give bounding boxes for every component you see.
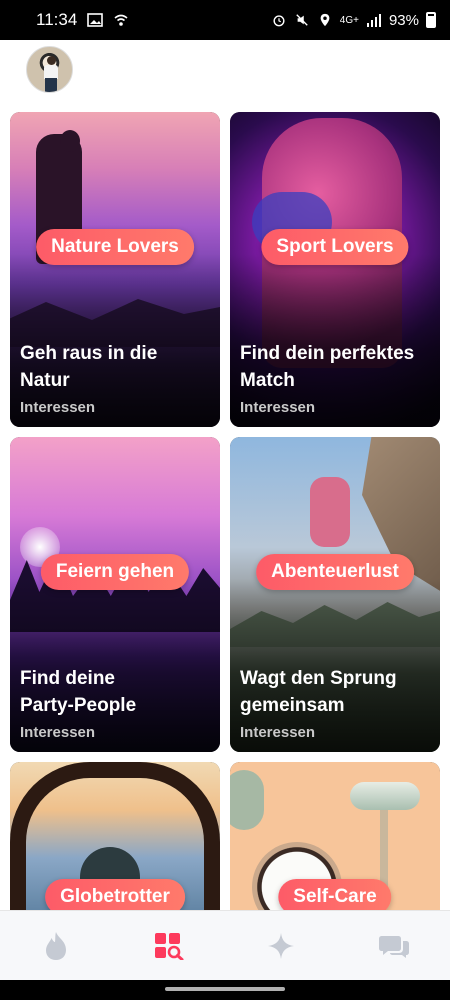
- wifi-calling-icon: [114, 14, 128, 26]
- card-abenteuerlust[interactable]: Abenteuerlust Wagt den Sprung gemeinsam …: [230, 437, 440, 752]
- card-badge: Abenteuerlust: [256, 554, 414, 590]
- profile-avatar[interactable]: [26, 46, 73, 93]
- nav-spotlight[interactable]: [251, 921, 311, 971]
- status-bar: 11:34 4G+ 93%: [0, 0, 450, 40]
- battery-icon: [426, 12, 436, 28]
- location-icon: [320, 13, 330, 27]
- chat-icon: [378, 935, 409, 958]
- header: [0, 40, 450, 110]
- home-indicator: [0, 980, 450, 1000]
- card-title-line: Geh raus in die: [20, 343, 158, 364]
- card-title: Find dein perfektes Match: [240, 340, 430, 394]
- alarm-icon: [273, 15, 285, 27]
- jade-roller: [350, 782, 420, 810]
- status-time: 11:34: [36, 10, 78, 29]
- card-subtitle: Interessen: [240, 399, 316, 416]
- card-sport-lovers[interactable]: Sport Lovers Find dein perfektes Match I…: [230, 112, 440, 427]
- sparkle-icon: [268, 932, 295, 959]
- battery-percent: 93%: [388, 11, 419, 29]
- avatar-legs: [45, 78, 57, 92]
- signal-icon: [366, 14, 381, 27]
- nav-home[interactable]: [26, 921, 86, 971]
- card-title: Geh raus in die Natur: [20, 340, 210, 394]
- card-title-line: Party-People: [20, 695, 137, 716]
- card-badge: Sport Lovers: [261, 229, 409, 265]
- card-title: Wagt den Sprung gemeinsam: [240, 665, 430, 719]
- card-title-line: Match: [240, 370, 295, 391]
- gallery-icon: [87, 13, 104, 27]
- home-bar[interactable]: [165, 987, 285, 991]
- card-subtitle: Interessen: [240, 724, 316, 741]
- card-nature-lovers[interactable]: Nature Lovers Geh raus in die Natur Inte…: [10, 112, 220, 427]
- network-type: 4G+: [339, 14, 359, 26]
- bottom-nav: [0, 910, 450, 980]
- avatar-head: [47, 56, 56, 65]
- card-subtitle: Interessen: [20, 724, 96, 741]
- card-badge: Feiern gehen: [40, 554, 190, 590]
- card-subtitle: Interessen: [20, 399, 96, 416]
- nav-messages[interactable]: [364, 921, 424, 971]
- card-badge: Nature Lovers: [36, 229, 194, 265]
- card-globetrotter[interactable]: Globetrotter: [10, 762, 220, 922]
- card-title-line: gemeinsam: [240, 695, 345, 716]
- mute-icon: [296, 14, 308, 26]
- explore-icon: [154, 932, 184, 960]
- avatar-body: [44, 65, 58, 79]
- card-title: Find deine Party-People: [20, 665, 210, 719]
- flame-icon: [46, 931, 67, 960]
- nav-explore[interactable]: [139, 921, 199, 971]
- card-feiern-gehen[interactable]: Feiern gehen Find deine Party-People Int…: [10, 437, 220, 752]
- card-title-line: Wagt den Sprung: [240, 668, 397, 689]
- gua-sha-stone: [230, 770, 264, 830]
- card-title-line: Natur: [20, 370, 70, 391]
- card-title-line: Find deine: [20, 668, 115, 689]
- card-title-line: Find dein perfektes: [240, 343, 415, 364]
- roller-handle: [380, 802, 388, 892]
- card-self-care[interactable]: Self-Care: [230, 762, 440, 922]
